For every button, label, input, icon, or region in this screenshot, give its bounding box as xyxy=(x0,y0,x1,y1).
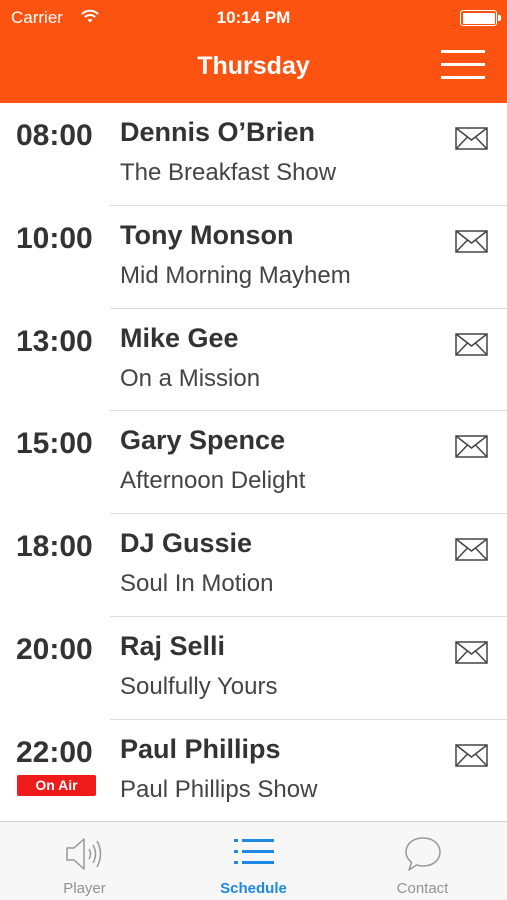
status-time: 10:14 PM xyxy=(216,8,291,27)
app-header: Carrier 10:14 PM Thursday xyxy=(0,0,507,103)
slot-time: 08:00 xyxy=(16,119,93,152)
slot-time: 15:00 xyxy=(16,427,93,461)
show-name: Soul In Motion xyxy=(120,570,274,598)
mail-icon[interactable] xyxy=(455,538,488,561)
show-name: On a Mission xyxy=(120,364,261,392)
presenter-name: Mike Gee xyxy=(120,322,239,353)
tab-bar: Player Schedule Contact xyxy=(0,821,507,900)
schedule-row[interactable]: 20:00 Raj Selli Soulfully Yours xyxy=(0,617,507,720)
show-name: Mid Morning Mayhem xyxy=(120,261,351,289)
tab-label: Player xyxy=(63,880,106,897)
tab-player[interactable]: Player xyxy=(0,822,169,900)
status-bar: Carrier 10:14 PM xyxy=(0,0,507,36)
presenter-name: Gary Spence xyxy=(120,425,286,456)
mail-icon[interactable] xyxy=(455,744,488,767)
tab-schedule[interactable]: Schedule xyxy=(169,822,338,900)
tab-contact[interactable]: Contact xyxy=(338,822,507,900)
menu-button[interactable] xyxy=(441,50,485,84)
presenter-name: Tony Monson xyxy=(120,219,294,250)
chat-bubble-icon xyxy=(404,837,441,871)
schedule-row[interactable]: 13:00 Mike Gee On a Mission xyxy=(0,309,507,412)
schedule-row[interactable]: 18:00 DJ Gussie Soul In Motion xyxy=(0,514,507,617)
slot-time: 13:00 xyxy=(16,324,93,358)
mail-icon[interactable] xyxy=(455,230,488,253)
tab-label: Contact xyxy=(396,880,449,897)
presenter-name: DJ Gussie xyxy=(120,528,253,559)
presenter-name: Paul Phillips xyxy=(120,733,281,764)
schedule-row[interactable]: 15:00 Gary Spence Afternoon Delight xyxy=(0,411,507,515)
list-icon xyxy=(233,839,274,864)
slot-time: 18:00 xyxy=(16,530,93,564)
schedule-row[interactable]: 22:00 Paul Phillips Paul Phillips Show xyxy=(0,720,507,821)
mail-icon[interactable] xyxy=(455,641,488,664)
mail-icon[interactable] xyxy=(455,435,488,459)
battery-icon xyxy=(460,10,501,26)
slot-time: 10:00 xyxy=(16,221,93,255)
presenter-name: Dennis O’Brien xyxy=(120,117,316,147)
slot-time: 20:00 xyxy=(16,632,93,666)
presenter-name: Raj Selli xyxy=(120,630,226,661)
speaker-icon xyxy=(65,838,101,870)
show-name: Afternoon Delight xyxy=(120,467,306,495)
show-name: Soulfully Yours xyxy=(120,672,278,700)
on-air-badge: On Air xyxy=(17,775,96,796)
show-name: The Breakfast Show xyxy=(120,159,337,186)
slot-time: 22:00 xyxy=(16,735,93,769)
schedule-row[interactable]: 10:00 Tony Monson Mid Morning Mayhem xyxy=(0,206,507,309)
tab-label: Schedule xyxy=(220,880,287,897)
show-name: Paul Phillips Show xyxy=(120,775,318,803)
schedule-list: 08:00 Dennis O’Brien The Breakfast Show … xyxy=(0,103,507,821)
page-title: Thursday xyxy=(197,52,310,80)
schedule-row[interactable]: 08:00 Dennis O’Brien The Breakfast Show xyxy=(0,103,507,206)
mail-icon[interactable] xyxy=(455,127,488,150)
mail-icon[interactable] xyxy=(455,332,488,356)
